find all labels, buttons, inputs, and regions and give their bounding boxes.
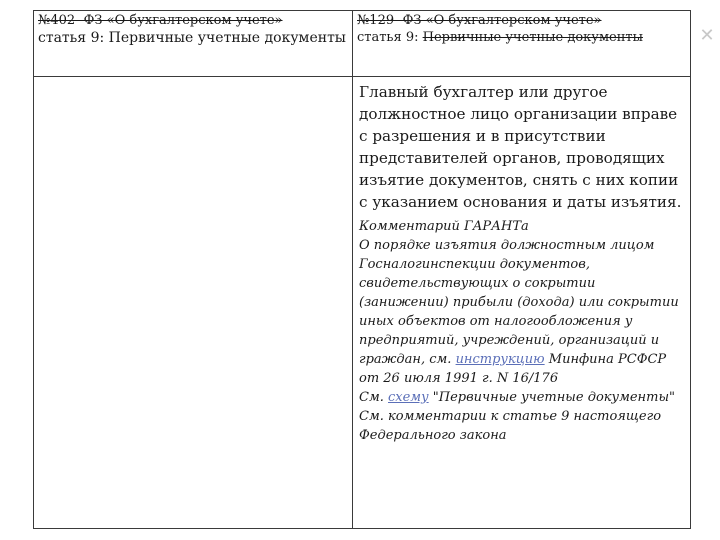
header-left: №402- ФЗ «О бухгалтерском учете» статья … — [34, 11, 353, 77]
comment-p2-after: "Первичные учетные документы" — [428, 390, 676, 405]
article-right-prefix: статья 9: — [357, 30, 423, 45]
comment-p1-before: О порядке изъятия должностным лицом Госн… — [359, 238, 679, 367]
comment-p2-before: См. — [359, 390, 388, 405]
article-left-prefix: статья 9: — [38, 30, 109, 46]
law-title-402: №402- ФЗ «О бухгалтерском учете» — [38, 13, 283, 28]
scheme-link[interactable]: схему — [388, 390, 429, 405]
article-left-name: Первичные учетные документы — [108, 30, 346, 46]
article-right-name: Первичные учетные документы — [422, 30, 643, 45]
header-right: №129- ФЗ «О бухгалтерском учете» статья … — [353, 11, 690, 77]
law-title-129: №129- ФЗ «О бухгалтерском учете» — [357, 13, 602, 28]
body-left-empty — [34, 77, 353, 528]
comparison-table: №402- ФЗ «О бухгалтерском учете» статья … — [33, 10, 691, 529]
body-right: Главный бухгалтер или другое должностное… — [353, 77, 690, 528]
main-text: Главный бухгалтер или другое должностное… — [359, 83, 682, 211]
comment-paragraph-2: См. схему "Первичные учетные документы" — [359, 388, 686, 407]
article-left: статья 9: Первичные учетные документы — [38, 29, 348, 48]
instruction-link[interactable]: инструкцию — [456, 352, 545, 367]
article-right: статья 9: Первичные учетные документы — [357, 29, 686, 46]
comment-paragraph-1: О порядке изъятия должностным лицом Госн… — [359, 236, 686, 388]
comment-paragraph-3: См. комментарии к статье 9 настоящего Фе… — [359, 409, 662, 443]
comment-title: Комментарий ГАРАНТа — [359, 219, 529, 234]
close-icon[interactable]: ✕ — [694, 26, 720, 46]
